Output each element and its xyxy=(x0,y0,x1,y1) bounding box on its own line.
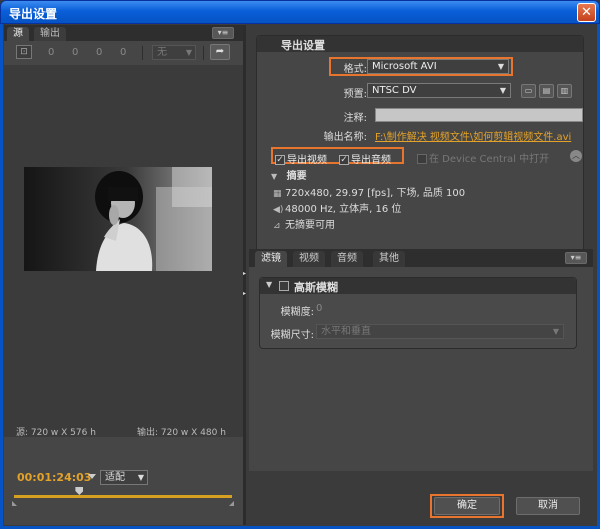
window-title: 导出设置 xyxy=(9,7,58,21)
export-audio-label: 导出音频 xyxy=(351,155,391,166)
set-marker-icon[interactable] xyxy=(88,474,96,479)
chevron-down-icon[interactable]: ▼ xyxy=(266,280,272,289)
source-dimensions: 源: 720 w X 576 h xyxy=(16,428,96,438)
summary-header[interactable]: ▼ 摘要 xyxy=(271,167,307,182)
gaussian-blur-title: 高斯模糊 xyxy=(294,281,338,294)
output-dimensions: 输出: 720 w X 480 h xyxy=(137,428,226,438)
preview-tabs: 源 输出 ▾≡ xyxy=(4,25,244,41)
zoom-fit-value: 适配 xyxy=(105,472,125,483)
summary-audio: ◀) 48000 Hz, 立体声, 16 位 xyxy=(273,200,401,215)
zoom-fit-select[interactable]: 适配 ▼ xyxy=(100,470,148,485)
blur-dimension-label: 模糊尺寸: xyxy=(270,330,314,341)
summary-misc-text: 无摘要可用 xyxy=(285,220,335,231)
summary-video-text: 720x480, 29.97 [fps], 下场, 品质 100 xyxy=(285,188,466,199)
panel-menu-icon[interactable]: ▾≡ xyxy=(565,252,587,264)
playhead-handle[interactable] xyxy=(75,487,84,495)
device-central-info-icon[interactable]: ︿ xyxy=(570,150,582,162)
export-audio-checkbox[interactable]: ✓ 导出音频 xyxy=(339,151,391,166)
crop-top-value[interactable]: 0 xyxy=(72,47,78,58)
tab-output[interactable]: 输出 xyxy=(34,27,66,41)
speaker-icon: ◀) xyxy=(273,205,284,215)
effects-panel: ▼ 高斯模糊 模糊度: 0 模糊尺寸: 水平和垂直 ▼ xyxy=(249,267,593,471)
in-point-marker[interactable] xyxy=(12,501,17,506)
output-name-link[interactable]: F:\制作解决 视频文件\如何剪辑视频文件.avi xyxy=(375,128,580,143)
device-central-checkbox[interactable]: 在 Device Central 中打开 xyxy=(417,150,549,165)
tab-source[interactable]: 源 xyxy=(7,27,29,41)
summary-video: ▦ 720x480, 29.97 [fps], 下场, 品质 100 xyxy=(273,184,465,199)
ok-button[interactable]: 确定 xyxy=(434,497,500,515)
summary-audio-text: 48000 Hz, 立体声, 16 位 xyxy=(285,204,402,215)
chevron-down-icon: ▼ xyxy=(185,48,192,57)
blur-amount-label: 模糊度: xyxy=(280,307,314,318)
preset-select[interactable]: NTSC DV ▼ xyxy=(367,83,511,98)
current-timecode[interactable]: 00:01:24:03 xyxy=(17,471,91,484)
format-select[interactable]: Microsoft AVI ▼ xyxy=(367,59,509,74)
export-settings-section: 导出设置 格式: Microsoft AVI ▼ 预置: NTSC DV ▼ ▭… xyxy=(256,35,584,257)
gaussian-blur-checkbox[interactable] xyxy=(279,281,289,291)
crop-right-value[interactable]: 0 xyxy=(96,47,102,58)
chevron-down-icon: ▼ xyxy=(552,327,559,336)
crop-icon[interactable]: ⊡ xyxy=(16,45,32,59)
tab-audio[interactable]: 音频 xyxy=(331,251,363,267)
cancel-button[interactable]: 取消 xyxy=(516,497,580,515)
preset-label: 预置: xyxy=(343,89,367,100)
blur-dimension-value: 水平和垂直 xyxy=(321,326,371,337)
checkbox-icon xyxy=(417,154,427,164)
crop-ratio-value: 无 xyxy=(157,47,167,58)
close-button[interactable]: ✕ xyxy=(577,3,596,22)
summary-misc: ⊿ 无摘要可用 xyxy=(273,216,335,231)
preview-panel: 源 输出 ▾≡ ⊡ 0 0 0 0 无 ▼ ➦ 源: 720 w X 576 h… xyxy=(4,25,244,525)
comment-label: 注释: xyxy=(343,113,367,124)
tab-other[interactable]: 其他 xyxy=(373,251,405,267)
checkmark-icon: ✓ xyxy=(275,155,285,165)
export-settings-title: 导出设置 xyxy=(281,39,325,52)
effects-tabs: 滤镜 视频 音频 其他 ▾≡ xyxy=(249,249,593,267)
chevron-down-icon: ▼ xyxy=(497,62,504,71)
crop-ratio-select[interactable]: 无 ▼ xyxy=(152,45,196,60)
chevron-down-icon: ▼ xyxy=(137,473,144,482)
comment-field[interactable] xyxy=(375,108,583,122)
export-settings-header: 导出设置 xyxy=(257,36,583,52)
delete-preset-icon[interactable]: ▥ xyxy=(557,84,572,98)
tab-filters[interactable]: 滤镜 xyxy=(255,251,287,267)
gaussian-blur-header: ▼ 高斯模糊 xyxy=(260,278,576,294)
crop-toolbar: ⊡ 0 0 0 0 无 ▼ ➦ xyxy=(4,43,244,63)
work-area-bar[interactable] xyxy=(14,495,232,498)
export-video-checkbox[interactable]: ✓ 导出视频 xyxy=(275,151,327,166)
import-preset-icon[interactable]: ▤ xyxy=(539,84,554,98)
toolbar-divider xyxy=(142,46,143,60)
video-preview xyxy=(24,167,212,271)
blur-dimension-select[interactable]: 水平和垂直 ▼ xyxy=(316,324,564,339)
chevron-down-icon: ▼ xyxy=(499,86,506,95)
out-point-marker[interactable] xyxy=(229,501,234,506)
info-icon: ⊿ xyxy=(273,221,281,231)
panel-menu-icon[interactable]: ▾≡ xyxy=(212,27,234,39)
film-icon: ▦ xyxy=(273,189,282,199)
tab-video[interactable]: 视频 xyxy=(293,251,325,267)
settings-panel: 导出设置 格式: Microsoft AVI ▼ 预置: NTSC DV ▼ ▭… xyxy=(246,25,593,525)
export-video-label: 导出视频 xyxy=(287,155,327,166)
blur-amount-value[interactable]: 0 xyxy=(316,303,322,314)
summary-title: 摘要 xyxy=(286,171,307,182)
crop-left-value[interactable]: 0 xyxy=(48,47,54,58)
video-frame-image xyxy=(24,167,212,271)
save-preset-icon[interactable]: ▭ xyxy=(521,84,536,98)
preset-value: NTSC DV xyxy=(372,85,417,96)
title-bar: 导出设置 ✕ xyxy=(0,0,600,24)
toolbar-divider xyxy=(203,46,204,60)
output-name-label: 输出名称: xyxy=(323,132,367,143)
gaussian-blur-section: ▼ 高斯模糊 模糊度: 0 模糊尺寸: 水平和垂直 ▼ xyxy=(259,277,577,349)
export-tracks-highlight: ✓ 导出视频 ✓ 导出音频 xyxy=(271,147,404,166)
crop-bottom-value[interactable]: 0 xyxy=(120,47,126,58)
device-central-label: 在 Device Central 中打开 xyxy=(429,154,550,165)
rotate-icon[interactable]: ➦ xyxy=(210,44,230,60)
chevron-down-icon: ▼ xyxy=(271,172,278,181)
checkmark-icon: ✓ xyxy=(339,155,349,165)
format-value: Microsoft AVI xyxy=(372,61,437,72)
